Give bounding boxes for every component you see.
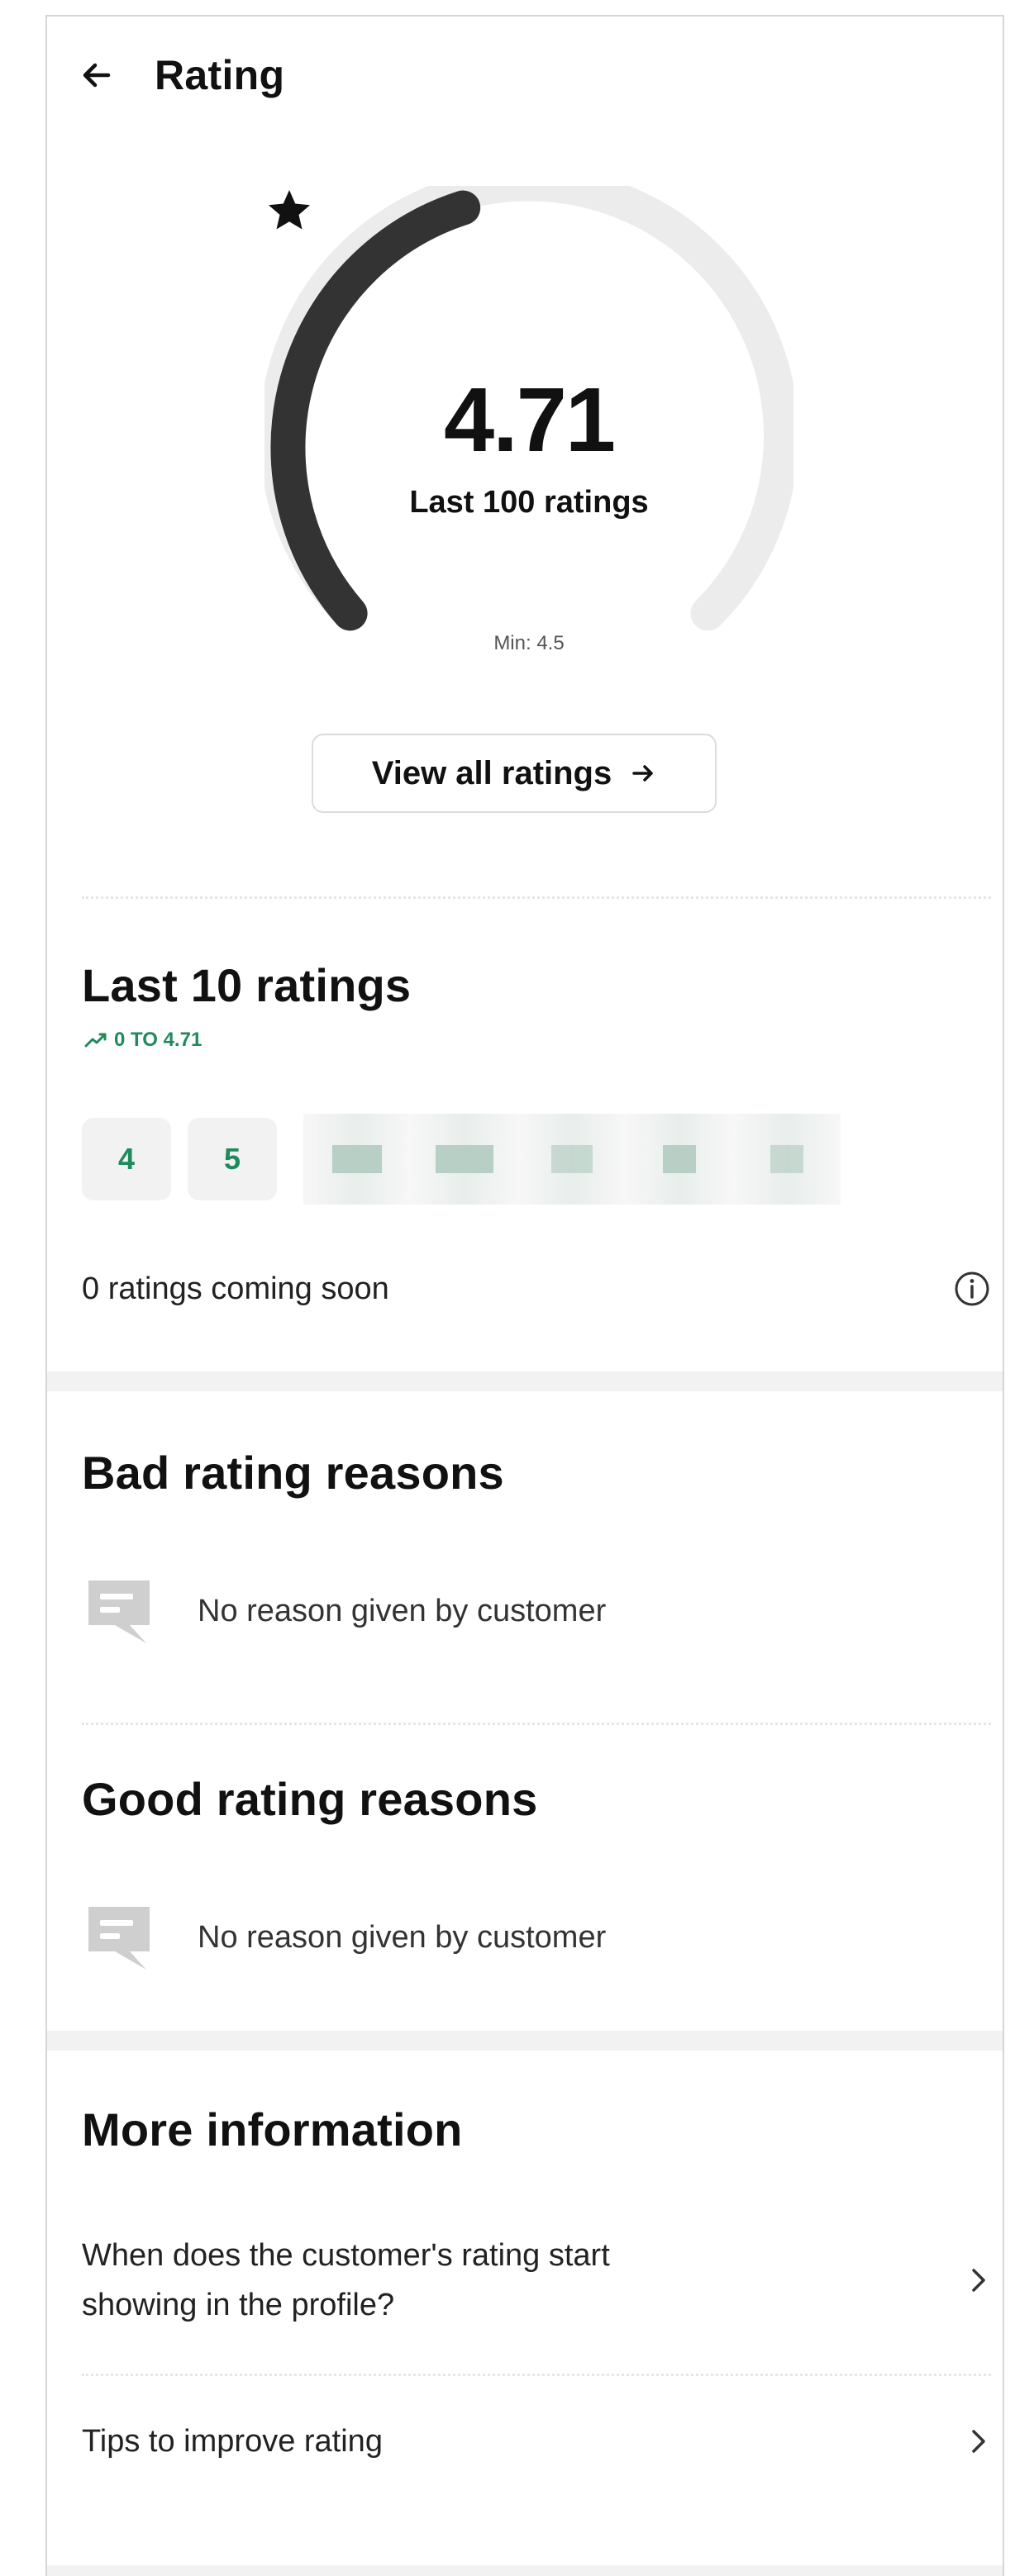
chevron-right-icon xyxy=(972,2269,985,2292)
faq-item-label: Tips to improve rating xyxy=(82,2424,383,2459)
blurred-rating xyxy=(733,1114,841,1205)
rating-trend: 0 TO 4.71 xyxy=(84,1029,202,1052)
ratings-coming-soon-text: 0 ratings coming soon xyxy=(82,1271,389,1306)
minimum-rating-label: Min: 4.5 xyxy=(493,632,565,654)
comment-icon xyxy=(88,1580,150,1643)
recent-ratings-list: 4 5 xyxy=(82,1114,277,1205)
good-rating-reasons-title: Good rating reasons xyxy=(82,1773,538,1825)
section-separator xyxy=(47,1371,1003,1391)
good-reason-row: No reason given by customer xyxy=(82,1896,606,1979)
bad-reason-text: No reason given by customer xyxy=(198,1593,607,1628)
rating-chip: 5 xyxy=(188,1118,277,1200)
blurred-rating xyxy=(518,1114,626,1205)
chevron-right-icon xyxy=(972,2430,985,2453)
comment-icon xyxy=(88,1907,150,1970)
faq-item-label: When does the customer's rating start sh… xyxy=(82,2238,610,2322)
blurred-rating xyxy=(411,1114,518,1205)
page-title: Rating xyxy=(155,52,285,98)
rating-gauge: 4.71 Last 100 ratings Min: 4.5 xyxy=(264,186,793,682)
rating-chip: 4 xyxy=(82,1118,171,1200)
more-information-title: More information xyxy=(82,2103,463,2155)
view-all-ratings-label: View all ratings xyxy=(371,754,612,791)
ratings-coming-soon-row: 0 ratings coming soon xyxy=(82,1264,991,1314)
divider xyxy=(82,896,991,899)
arrow-left-icon xyxy=(83,63,111,88)
view-all-ratings-button[interactable]: View all ratings xyxy=(312,734,717,813)
section-separator xyxy=(47,2031,1003,2051)
faq-item-tips[interactable]: Tips to improve rating xyxy=(82,2417,991,2466)
good-reason-text: No reason given by customer xyxy=(198,1919,607,1955)
trend-up-icon xyxy=(84,1033,107,1048)
last-10-ratings-title: Last 10 ratings xyxy=(82,959,412,1011)
section-separator xyxy=(47,2565,1003,2576)
hidden-ratings-blur xyxy=(303,1114,882,1205)
faq-item-rating-visibility[interactable]: When does the customer's rating start sh… xyxy=(82,2231,991,2330)
rating-score: 4.71 xyxy=(443,369,616,471)
arrow-right-icon xyxy=(632,765,653,782)
rating-trend-text: 0 TO 4.71 xyxy=(114,1029,203,1051)
blurred-rating xyxy=(626,1114,733,1205)
back-button[interactable] xyxy=(72,50,122,100)
bad-rating-reasons-title: Bad rating reasons xyxy=(82,1447,504,1499)
star-icon xyxy=(269,190,310,230)
app-header: Rating xyxy=(80,46,284,104)
blurred-rating xyxy=(303,1114,411,1205)
info-icon[interactable] xyxy=(953,1270,991,1308)
bad-reason-row: No reason given by customer xyxy=(82,1570,606,1652)
rating-caption: Last 100 ratings xyxy=(409,485,649,520)
divider xyxy=(82,2374,991,2376)
rating-page: Rating 4.71 Last 100 ratings Min: 4.5 Vi… xyxy=(45,15,1004,2576)
divider xyxy=(82,1723,991,1725)
